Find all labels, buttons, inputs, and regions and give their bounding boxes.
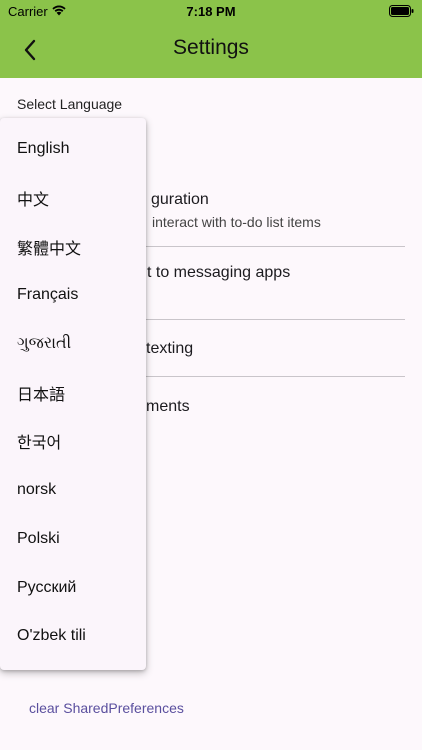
language-option-russian[interactable]: Русский [0,563,146,612]
item-subtitle: interact with to-do list items [152,214,321,230]
language-option-gujarati[interactable]: ગુજરાતી [0,320,146,369]
language-option-uzbek[interactable]: O'zbek tili [0,612,146,661]
language-option-chinese-simplified[interactable]: 中文 [0,174,146,223]
language-option-korean[interactable]: 한국어 [0,417,146,466]
item-title: texting [146,340,194,357]
language-option-english[interactable]: English [0,125,146,174]
item-title: ments [146,398,190,415]
clear-shared-preferences-link[interactable]: clear SharedPreferences [29,700,184,716]
app-bar: Settings [0,22,422,78]
battery-icon [389,5,414,17]
language-option-polish[interactable]: Polski [0,515,146,564]
status-bar: Carrier 7:18 PM [0,0,422,22]
status-time: 7:18 PM [186,4,236,19]
language-option-french[interactable]: Français [0,271,146,320]
language-option-chinese-traditional[interactable]: 繁體中文 [0,222,146,271]
item-title: t to messaging apps [147,264,291,281]
select-language-label: Select Language [17,96,123,112]
language-option-norwegian[interactable]: norsk [0,466,146,515]
page-title: Settings [173,36,249,59]
language-dropdown-menu: English 中文 繁體中文 Français ગુજરાતી 日本語 한국어… [0,118,146,670]
item-title: guration [151,191,209,208]
language-option-japanese[interactable]: 日本語 [0,368,146,417]
